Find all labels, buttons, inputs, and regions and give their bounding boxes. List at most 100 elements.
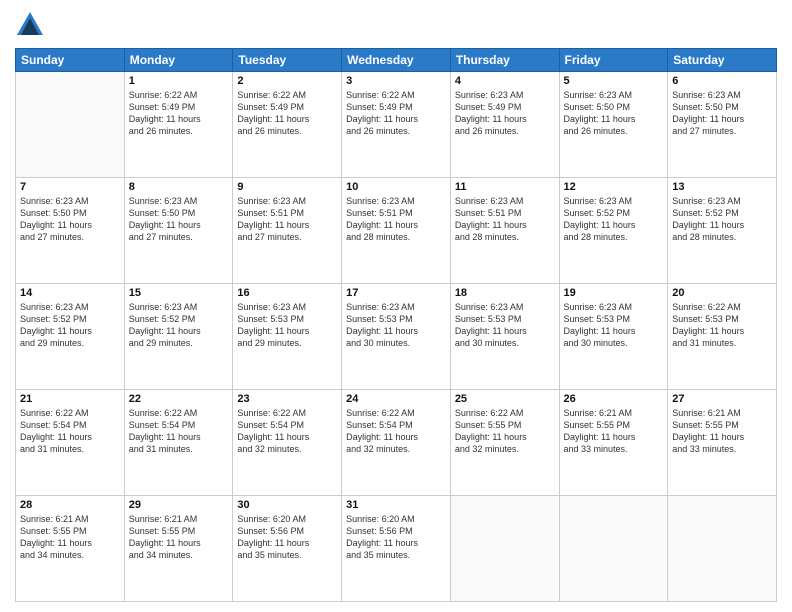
calendar-header-saturday: Saturday <box>668 49 777 72</box>
day-number: 25 <box>455 393 555 405</box>
calendar-cell <box>559 496 668 602</box>
logo-icon <box>15 10 45 40</box>
calendar-cell <box>16 72 125 178</box>
calendar-cell: 22Sunrise: 6:22 AM Sunset: 5:54 PM Dayli… <box>124 390 233 496</box>
calendar-header-tuesday: Tuesday <box>233 49 342 72</box>
day-info: Sunrise: 6:21 AM Sunset: 5:55 PM Dayligh… <box>672 407 772 456</box>
day-number: 12 <box>564 181 664 193</box>
day-number: 14 <box>20 287 120 299</box>
calendar-cell: 11Sunrise: 6:23 AM Sunset: 5:51 PM Dayli… <box>450 178 559 284</box>
day-info: Sunrise: 6:22 AM Sunset: 5:49 PM Dayligh… <box>237 89 337 138</box>
day-info: Sunrise: 6:23 AM Sunset: 5:50 PM Dayligh… <box>564 89 664 138</box>
calendar-cell: 21 Sunrise: 6:22 AM Sunset: 5:54 PM Dayli… <box>16 390 125 496</box>
calendar-cell: 18 Sunrise: 6:23 AM Sunset: 5:53 PM Dayli… <box>450 284 559 390</box>
day-number: 30 <box>237 499 337 511</box>
calendar: SundayMondayTuesdayWednesdayThursdayFrid… <box>15 48 777 602</box>
day-info: Sunrise: 6:23 AM Sunset: 5:52 PM Dayligh… <box>672 195 772 244</box>
day-info: Sunrise: 6:22 AM Sunset: 5:49 PM Dayligh… <box>129 89 229 138</box>
day-number: 24 <box>346 393 446 405</box>
calendar-cell: 30 Sunrise: 6:20 AM Sunset: 5:56 PM Dayli… <box>233 496 342 602</box>
calendar-cell: 14 Sunrise: 6:23 AM Sunset: 5:52 PM Dayli… <box>16 284 125 390</box>
day-info: Sunrise: 6:21 AM Sunset: 5:55 PM Dayligh… <box>20 513 120 562</box>
calendar-week-1: 1 Sunrise: 6:22 AM Sunset: 5:49 PM Daylig… <box>16 72 777 178</box>
day-number: 5 <box>564 75 664 87</box>
calendar-cell: 17Sunrise: 6:23 AM Sunset: 5:53 PM Dayli… <box>342 284 451 390</box>
day-info: Sunrise: 6:23 AM Sunset: 5:51 PM Dayligh… <box>237 195 337 244</box>
calendar-header-thursday: Thursday <box>450 49 559 72</box>
day-number: 8 <box>129 181 229 193</box>
day-number: 9 <box>237 181 337 193</box>
calendar-cell: 9 Sunrise: 6:23 AM Sunset: 5:51 PM Daylig… <box>233 178 342 284</box>
calendar-cell <box>668 496 777 602</box>
day-info: Sunrise: 6:23 AM Sunset: 5:52 PM Dayligh… <box>129 301 229 350</box>
day-number: 20 <box>672 287 772 299</box>
day-number: 1 <box>129 75 229 87</box>
day-info: Sunrise: 6:21 AM Sunset: 5:55 PM Dayligh… <box>129 513 229 562</box>
logo <box>15 10 49 40</box>
day-number: 31 <box>346 499 446 511</box>
calendar-cell: 25 Sunrise: 6:22 AM Sunset: 5:55 PM Dayli… <box>450 390 559 496</box>
calendar-cell: 5 Sunrise: 6:23 AM Sunset: 5:50 PM Daylig… <box>559 72 668 178</box>
header <box>15 10 777 40</box>
day-number: 29 <box>129 499 229 511</box>
calendar-cell: 2 Sunrise: 6:22 AM Sunset: 5:49 PM Daylig… <box>233 72 342 178</box>
day-info: Sunrise: 6:22 AM Sunset: 5:49 PM Dayligh… <box>346 89 446 138</box>
calendar-cell: 19 Sunrise: 6:23 AM Sunset: 5:53 PM Dayli… <box>559 284 668 390</box>
day-number: 2 <box>237 75 337 87</box>
calendar-week-4: 21 Sunrise: 6:22 AM Sunset: 5:54 PM Dayli… <box>16 390 777 496</box>
day-info: Sunrise: 6:23 AM Sunset: 5:53 PM Dayligh… <box>455 301 555 350</box>
calendar-cell: 1 Sunrise: 6:22 AM Sunset: 5:49 PM Daylig… <box>124 72 233 178</box>
day-number: 10 <box>346 181 446 193</box>
day-info: Sunrise: 6:23 AM Sunset: 5:51 PM Dayligh… <box>346 195 446 244</box>
day-info: Sunrise: 6:22 AM Sunset: 5:54 PM Dayligh… <box>237 407 337 456</box>
day-number: 19 <box>564 287 664 299</box>
calendar-cell: 13 Sunrise: 6:23 AM Sunset: 5:52 PM Dayli… <box>668 178 777 284</box>
day-number: 23 <box>237 393 337 405</box>
day-info: Sunrise: 6:23 AM Sunset: 5:51 PM Dayligh… <box>455 195 555 244</box>
day-number: 17 <box>346 287 446 299</box>
day-info: Sunrise: 6:22 AM Sunset: 5:54 PM Dayligh… <box>20 407 120 456</box>
day-number: 7 <box>20 181 120 193</box>
day-info: Sunrise: 6:23 AM Sunset: 5:52 PM Dayligh… <box>564 195 664 244</box>
day-info: Sunrise: 6:23 AM Sunset: 5:50 PM Dayligh… <box>129 195 229 244</box>
day-info: Sunrise: 6:20 AM Sunset: 5:56 PM Dayligh… <box>237 513 337 562</box>
calendar-cell: 28 Sunrise: 6:21 AM Sunset: 5:55 PM Dayli… <box>16 496 125 602</box>
day-number: 16 <box>237 287 337 299</box>
calendar-cell: 15 Sunrise: 6:23 AM Sunset: 5:52 PM Dayli… <box>124 284 233 390</box>
calendar-week-3: 14 Sunrise: 6:23 AM Sunset: 5:52 PM Dayli… <box>16 284 777 390</box>
calendar-header-monday: Monday <box>124 49 233 72</box>
calendar-header-row: SundayMondayTuesdayWednesdayThursdayFrid… <box>16 49 777 72</box>
day-number: 3 <box>346 75 446 87</box>
calendar-cell: 23 Sunrise: 6:22 AM Sunset: 5:54 PM Dayli… <box>233 390 342 496</box>
calendar-cell: 24 Sunrise: 6:22 AM Sunset: 5:54 PM Dayli… <box>342 390 451 496</box>
calendar-cell: 10 Sunrise: 6:23 AM Sunset: 5:51 PM Dayli… <box>342 178 451 284</box>
calendar-cell: 27 Sunrise: 6:21 AM Sunset: 5:55 PM Dayli… <box>668 390 777 496</box>
calendar-cell <box>450 496 559 602</box>
calendar-cell: 20 Sunrise: 6:22 AM Sunset: 5:53 PM Dayli… <box>668 284 777 390</box>
calendar-cell: 7 Sunrise: 6:23 AM Sunset: 5:50 PM Daylig… <box>16 178 125 284</box>
day-info: Sunrise: 6:23 AM Sunset: 5:53 PM Dayligh… <box>237 301 337 350</box>
calendar-cell: 31 Sunrise: 6:20 AM Sunset: 5:56 PM Dayli… <box>342 496 451 602</box>
day-info: Sunrise: 6:20 AM Sunset: 5:56 PM Dayligh… <box>346 513 446 562</box>
day-info: Sunrise: 6:23 AM Sunset: 5:50 PM Dayligh… <box>672 89 772 138</box>
page: SundayMondayTuesdayWednesdayThursdayFrid… <box>0 0 792 612</box>
day-number: 13 <box>672 181 772 193</box>
day-info: Sunrise: 6:23 AM Sunset: 5:52 PM Dayligh… <box>20 301 120 350</box>
day-info: Sunrise: 6:23 AM Sunset: 5:53 PM Dayligh… <box>564 301 664 350</box>
calendar-cell: 4Sunrise: 6:23 AM Sunset: 5:49 PM Daylig… <box>450 72 559 178</box>
calendar-cell: 3 Sunrise: 6:22 AM Sunset: 5:49 PM Daylig… <box>342 72 451 178</box>
day-number: 26 <box>564 393 664 405</box>
day-number: 15 <box>129 287 229 299</box>
calendar-header-sunday: Sunday <box>16 49 125 72</box>
day-number: 27 <box>672 393 772 405</box>
day-info: Sunrise: 6:22 AM Sunset: 5:54 PM Dayligh… <box>346 407 446 456</box>
day-number: 6 <box>672 75 772 87</box>
day-number: 18 <box>455 287 555 299</box>
day-number: 28 <box>20 499 120 511</box>
day-info: Sunrise: 6:22 AM Sunset: 5:53 PM Dayligh… <box>672 301 772 350</box>
day-number: 21 <box>20 393 120 405</box>
day-info: Sunrise: 6:23 AM Sunset: 5:50 PM Dayligh… <box>20 195 120 244</box>
day-info: Sunrise: 6:22 AM Sunset: 5:55 PM Dayligh… <box>455 407 555 456</box>
calendar-header-wednesday: Wednesday <box>342 49 451 72</box>
calendar-week-5: 28 Sunrise: 6:21 AM Sunset: 5:55 PM Dayli… <box>16 496 777 602</box>
